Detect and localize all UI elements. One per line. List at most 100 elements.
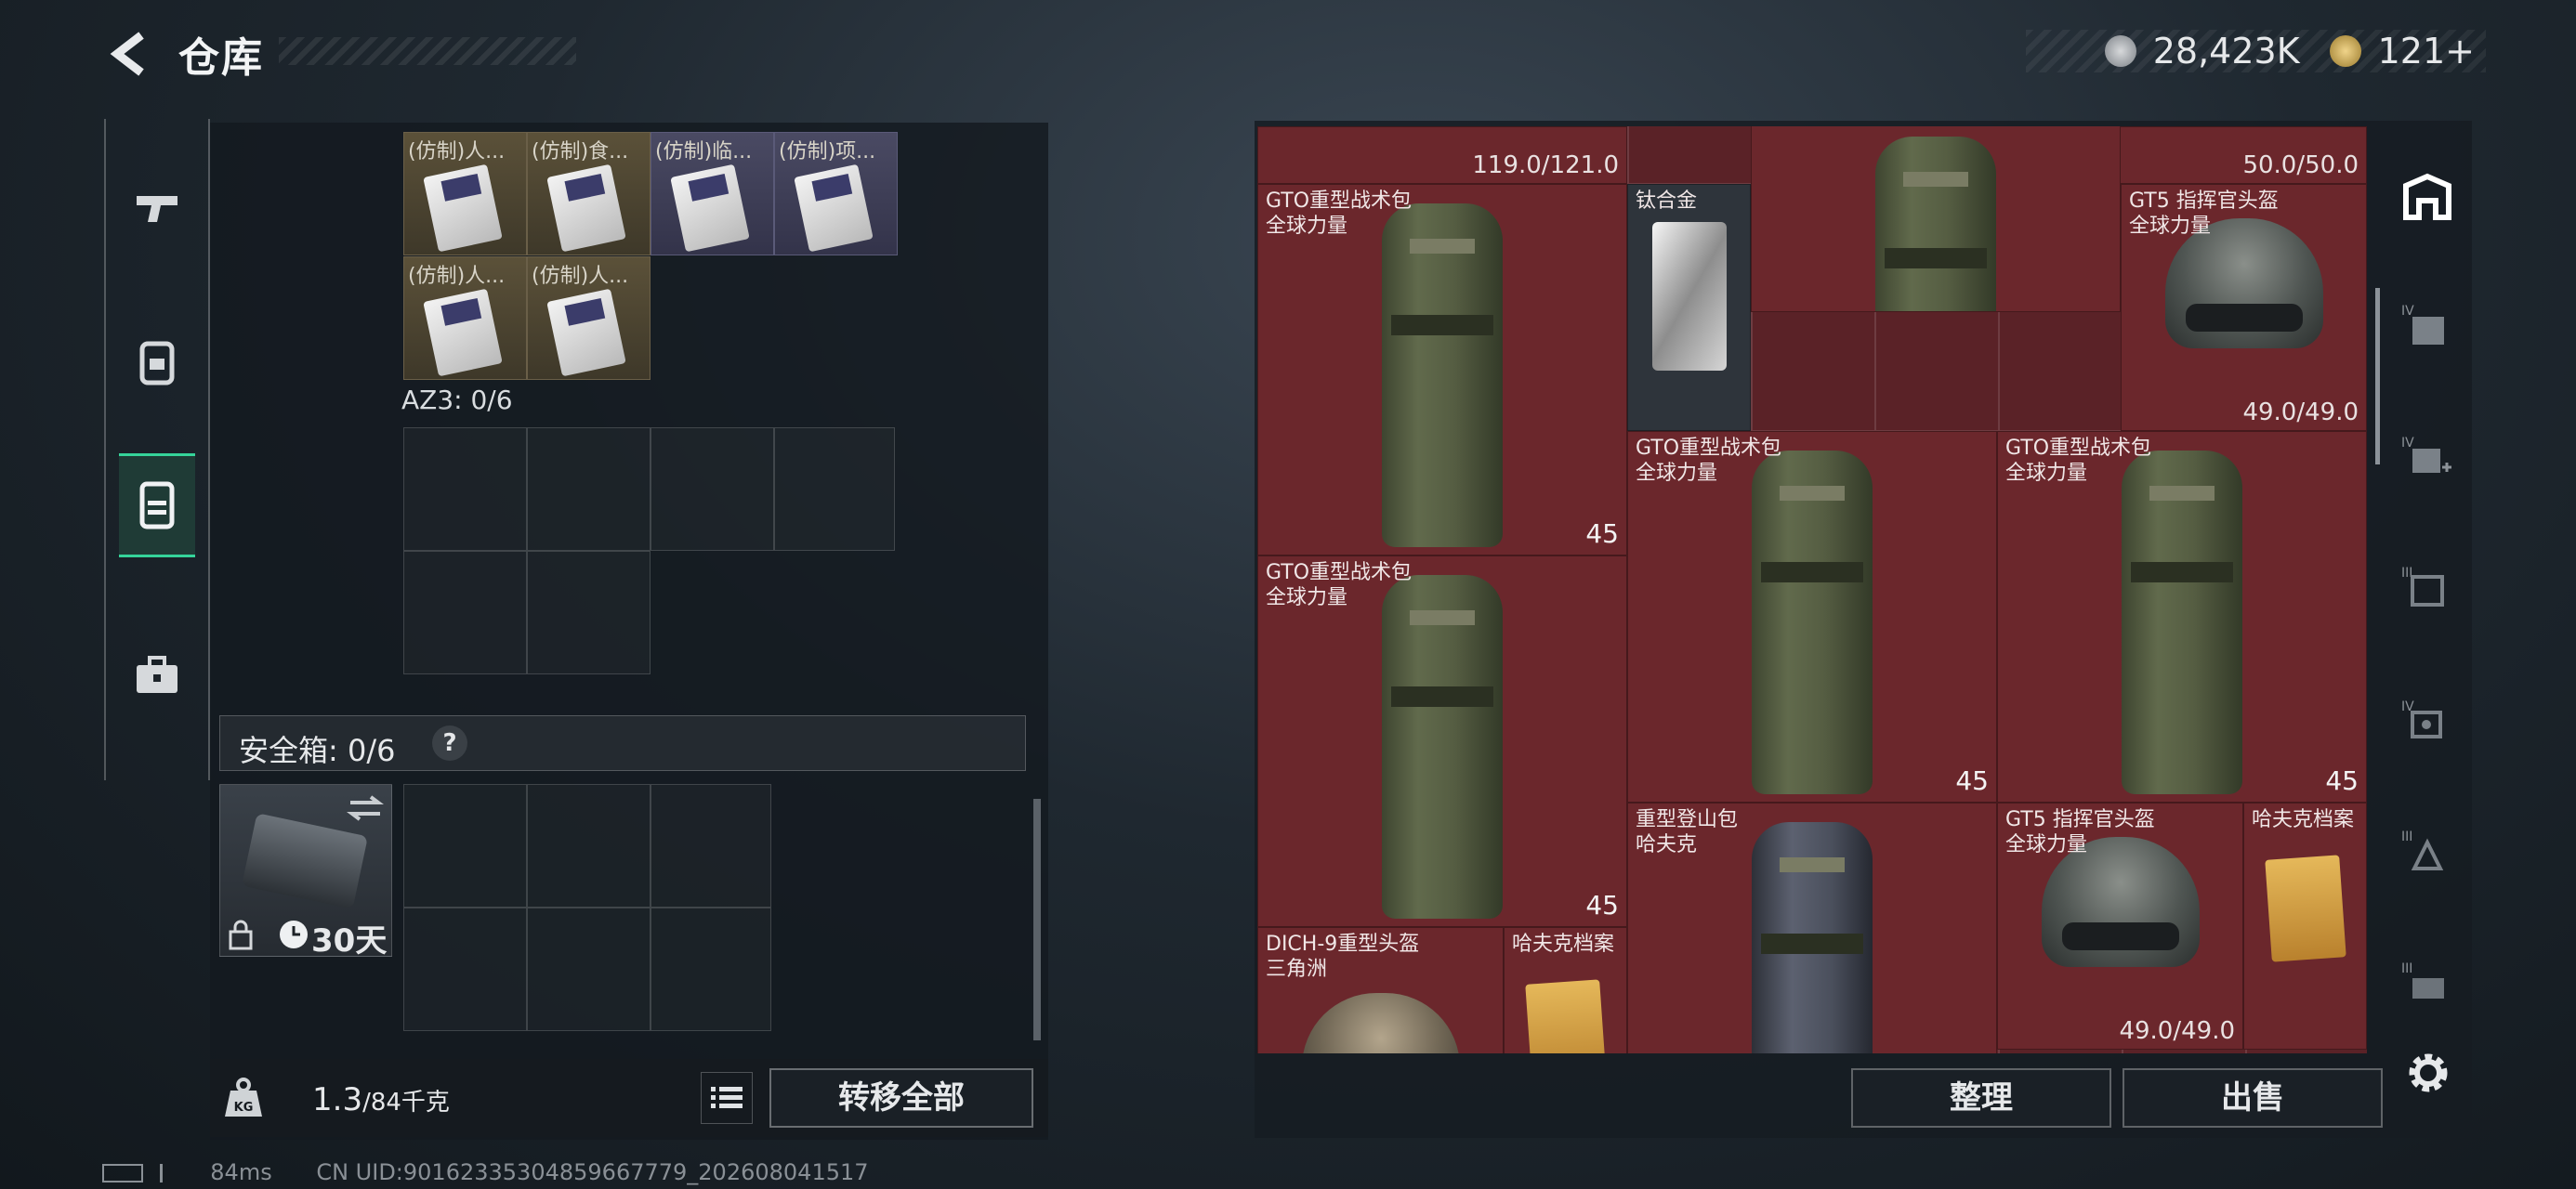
page-title: 仓库 [178,34,264,82]
empty-slot[interactable] [651,427,774,551]
inventory-card[interactable]: (仿制)人... [527,256,651,380]
stash-item[interactable]: GTO重型战术包 全球力量 45 [1627,431,1997,803]
stash-item[interactable]: 45 [1751,126,2121,312]
empty-slot[interactable] [651,784,771,908]
filter-tier4-medical[interactable]: IV [2394,424,2461,490]
nav-supplies[interactable] [119,628,195,721]
stash-item[interactable]: 钛合金 [1627,184,1751,431]
stash-item[interactable]: GT5 指挥官头盔 全球力量 49.0/49.0 [1997,803,2243,1050]
item-name: 重型登山包 哈夫克 [1636,808,1739,856]
helmet-image [1301,993,1460,1053]
chest-rig-icon [139,481,175,529]
ping-readout: 84ms [210,1159,272,1185]
item-badge: 45 [1585,518,1619,549]
misc-filter-icon: III [2401,961,2444,999]
empty-slot[interactable] [403,908,527,1031]
safe-box-label: 安全箱: 0/6 [239,733,396,768]
category-nav [104,119,210,780]
kg-icon: KG [225,1078,262,1117]
item-name: GT5 指挥官头盔 全球力量 [2005,808,2155,856]
durability: 49.0/49.0 [2119,1017,2235,1045]
filter-tier3-misc[interactable]: III [2394,949,2461,1016]
inventory-card[interactable]: (仿制)项... [774,132,898,255]
gear-icon[interactable] [2401,1046,2455,1100]
backpack-image [1382,575,1503,919]
empty-slot[interactable] [527,908,651,1031]
filter-tier3-gear[interactable]: III [2394,817,2461,884]
nav-containers[interactable] [119,453,195,557]
backpack-image [1752,451,1873,794]
empty-slot[interactable] [774,427,895,551]
durability: 119.0/121.0 [1472,151,1619,179]
back-arrow-icon[interactable] [102,26,158,82]
filter-tier4-tools[interactable]: IV [2394,687,2461,754]
case-timer: 30天 [311,922,388,960]
stash-scrollbar[interactable] [2375,288,2380,464]
signal-icon [159,1164,187,1182]
stash-item[interactable]: 哈夫克档案 [2243,803,2367,1050]
stash-item[interactable]: 119.0/121.0 [1257,126,1627,184]
stash-grid-cell[interactable] [1999,307,2123,431]
inventory-card[interactable]: (仿制)人... [403,132,527,255]
document-icon [546,163,626,253]
item-name: GTO重型战术包 全球力量 [1266,189,1413,238]
sell-button[interactable]: 出售 [2123,1068,2383,1128]
inventory-scrollbar[interactable] [1033,799,1041,1040]
help-button[interactable]: ? [432,725,467,761]
mountain-backpack-image [1752,822,1873,1053]
item-name: GTO重型战术包 全球力量 [1266,561,1413,609]
inventory-card[interactable]: (仿制)临... [651,132,774,255]
stash-item[interactable]: DICH-9重型头盔 三角洲 [1257,927,1504,1053]
card-label: (仿制)人... [408,140,506,163]
gear-filter-icon: III [2401,830,2444,870]
safe-case-card[interactable]: 30天 [219,784,392,960]
empty-slot[interactable] [403,784,527,908]
stash-item[interactable]: GTO重型战术包 全球力量 45 [1257,555,1627,927]
archive-folder-image [1524,979,1607,1053]
home-filter-icon [2403,173,2451,220]
stash-grid-cell[interactable] [1875,307,1999,431]
inventory-card[interactable]: (仿制)食... [527,132,651,255]
empty-slot[interactable] [527,784,651,908]
inventory-card[interactable]: (仿制)人... [403,256,527,380]
filter-tier3-armor[interactable]: III [2394,554,2461,621]
empty-slot[interactable] [527,427,651,551]
svg-text:III: III [2401,961,2412,976]
list-icon [711,1087,743,1108]
lock-icon [229,920,253,950]
card-label: (仿制)食... [532,140,629,163]
empty-slot[interactable] [651,908,771,1031]
tools-filter-icon: IV [2401,699,2442,738]
stash-grid-cell[interactable] [1752,307,1875,431]
stash-item[interactable]: 重型登山包 哈夫克 [1627,803,1997,1053]
filter-tier4-backpack[interactable]: IV [2394,292,2461,359]
empty-slot[interactable] [403,551,527,674]
list-view-button[interactable] [701,1072,753,1124]
stash-item[interactable]: 哈夫克档案 [1504,927,1627,1053]
medical-filter-icon: IV [2401,436,2451,473]
az3-capacity-label: AZ3: 0/6 [401,385,513,415]
item-name: GTO重型战术包 全球力量 [1636,437,1782,485]
sort-button[interactable]: 整理 [1851,1068,2111,1128]
swap-icon[interactable] [347,794,384,822]
stash-item[interactable]: GTO重型战术包 全球力量 45 [1257,184,1627,555]
empty-slot[interactable] [527,551,651,674]
weight-max: /84千克 [362,1089,450,1117]
filter-all[interactable] [2394,163,2461,230]
empty-slot[interactable] [403,427,527,551]
stash-item[interactable]: GT5 指挥官头盔 全球力量 49.0/49.0 [2121,184,2367,431]
armor-filter-icon: III [2401,566,2444,607]
nav-armor[interactable] [119,316,195,409]
archive-folder-image [2264,855,2346,962]
stash-grid-cell[interactable] [1628,126,1752,184]
item-badge: 45 [2325,765,2359,796]
currency-bar: 28,423K 121+ [2026,30,2486,72]
svg-text:KG: KG [234,1101,254,1115]
durability: 49.0/49.0 [2242,399,2359,426]
item-name: 哈夫克档案 [1512,933,1615,956]
transfer-all-button[interactable]: 转移全部 [769,1068,1033,1128]
nav-weapons[interactable] [119,161,195,254]
uid-readout: CN UID:9016233530485966777​9_20260804151… [316,1159,869,1185]
stash-item[interactable]: GTO重型战术包 全球力量 45 [1997,431,2367,803]
item-name: GT5 指挥官头盔 全球力量 [2129,189,2279,238]
